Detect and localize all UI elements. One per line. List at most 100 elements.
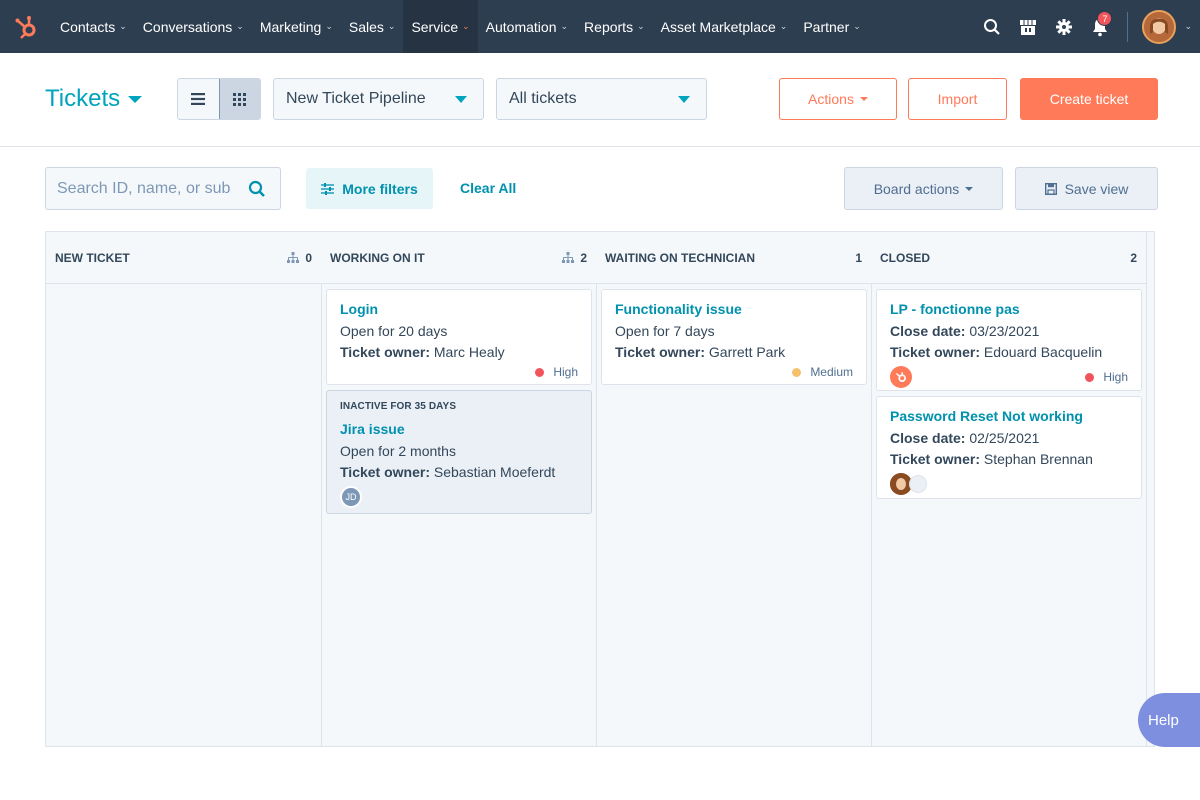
save-icon xyxy=(1044,182,1057,195)
chevron-down-icon: ⌄ xyxy=(779,21,788,31)
close-date-label: Close date: xyxy=(890,323,966,339)
chevron-down-icon: ⌄ xyxy=(119,21,127,31)
nav-label: Conversations xyxy=(142,18,233,35)
ticket-owner: Ticket owner: Sebastian Moeferdt xyxy=(340,462,578,483)
caret-down-icon xyxy=(859,97,868,101)
ticket-close-date: Close date: 03/23/2021 xyxy=(890,321,1128,342)
search-icon[interactable] xyxy=(977,0,1007,53)
nav-marketing[interactable]: Marketing ⌄ xyxy=(252,0,341,53)
ticket-owner-name: Edouard Bacquelin xyxy=(983,344,1103,360)
chevron-down-icon[interactable]: ⌄ xyxy=(1184,21,1192,32)
actions-button[interactable]: Actions xyxy=(779,78,897,120)
nav-label: Service xyxy=(411,18,459,35)
list-view-button[interactable] xyxy=(178,79,219,119)
hubspot-logo-icon[interactable] xyxy=(0,0,52,53)
board-column-waiting-on-technician: WAITING ON TECHNICIAN 1 Functionality is… xyxy=(596,232,872,746)
help-button[interactable]: Help xyxy=(1138,693,1200,747)
priority-label: Medium xyxy=(810,365,853,379)
search-input[interactable] xyxy=(46,179,236,198)
save-view-button[interactable]: Save view xyxy=(1015,167,1158,210)
secondary-avatar[interactable] xyxy=(909,475,927,493)
caret-down-icon xyxy=(128,95,143,103)
search-icon[interactable] xyxy=(248,180,266,203)
next-column-peek xyxy=(1148,232,1154,746)
ticket-age: Open for 20 days xyxy=(340,323,448,339)
hubspot-owner-avatar-icon[interactable] xyxy=(890,366,912,388)
nav-label: Partner xyxy=(803,18,850,35)
hierarchy-icon xyxy=(287,252,300,263)
column-title: CLOSED xyxy=(880,250,931,265)
clear-all-link[interactable]: Clear All xyxy=(460,180,516,196)
nav-label: Automation xyxy=(485,18,557,35)
nav-automation[interactable]: Automation ⌄ xyxy=(478,0,576,53)
owner-avatar[interactable]: JD xyxy=(340,486,362,508)
page-title[interactable]: Tickets xyxy=(45,85,143,113)
view-select[interactable]: All tickets xyxy=(496,78,707,120)
save-view-label: Save view xyxy=(1064,180,1129,197)
ticket-owner: Ticket owner: Garrett Park xyxy=(615,342,853,363)
card-footer xyxy=(890,473,1128,495)
user-avatar[interactable] xyxy=(1142,9,1177,44)
view-toggle xyxy=(177,78,261,120)
column-count-value: 0 xyxy=(305,250,312,265)
nav-sales[interactable]: Sales ⌄ xyxy=(341,0,404,53)
nav-asset-marketplace[interactable]: Asset Marketplace ⌄ xyxy=(653,0,796,53)
ticket-card-jira[interactable]: INACTIVE FOR 35 DAYS Jira issue Open for… xyxy=(326,390,592,514)
column-count: 2 xyxy=(562,251,587,265)
card-footer: JD xyxy=(340,486,578,508)
ticket-card-functionality-issue[interactable]: Functionality issue Open for 7 days Tick… xyxy=(601,289,867,385)
priority-dot-icon xyxy=(1085,372,1095,382)
board-actions-label: Board actions xyxy=(873,180,960,197)
ticket-title-link[interactable]: Password Reset Not working xyxy=(890,407,1128,425)
priority-indicator: High xyxy=(340,365,578,379)
priority-dot-icon xyxy=(535,367,545,377)
board-column-closed: CLOSED 2 LP - fonctionne pas Close date:… xyxy=(871,232,1147,746)
ticket-owner-label: Ticket owner: xyxy=(340,464,430,480)
more-filters-button[interactable]: More filters xyxy=(306,168,433,209)
view-select-value: All tickets xyxy=(509,90,577,107)
ticket-card-login[interactable]: Login Open for 20 days Ticket owner: Mar… xyxy=(326,289,592,385)
close-date-value: 02/25/2021 xyxy=(969,430,1040,446)
create-ticket-button[interactable]: Create ticket xyxy=(1020,78,1158,120)
chevron-down-icon: ⌄ xyxy=(387,21,396,31)
chevron-down-icon: ⌄ xyxy=(853,21,861,31)
ticket-owner: Ticket owner: Edouard Bacquelin xyxy=(890,342,1128,363)
create-ticket-button-label: Create ticket xyxy=(1049,91,1129,107)
ticket-card-lp-fonctionne-pas[interactable]: LP - fonctionne pas Close date: 03/23/20… xyxy=(876,289,1142,391)
actions-button-label: Actions xyxy=(808,91,854,107)
priority-label: High xyxy=(553,365,578,379)
board-actions-button[interactable]: Board actions xyxy=(844,167,1003,210)
nav-reports[interactable]: Reports ⌄ xyxy=(576,0,653,53)
nav-service[interactable]: Service ⌄ xyxy=(403,0,478,53)
board-view-button[interactable] xyxy=(218,79,260,119)
ticket-title-link[interactable]: Functionality issue xyxy=(615,300,853,318)
notification-count-badge: 7 xyxy=(1097,11,1113,26)
ticket-title-link[interactable]: Login xyxy=(340,300,578,318)
ticket-owner-label: Ticket owner: xyxy=(890,344,980,360)
ticket-title-link[interactable]: LP - fonctionne pas xyxy=(890,300,1128,318)
close-date-value: 03/23/2021 xyxy=(969,323,1040,339)
chevron-down-icon: ⌄ xyxy=(236,21,244,31)
ticket-title-link[interactable]: Jira issue xyxy=(340,420,578,438)
column-title: WORKING ON IT xyxy=(330,250,425,265)
nav-contacts[interactable]: Contacts ⌄ xyxy=(52,0,135,53)
notifications-bell-icon[interactable]: 7 xyxy=(1085,0,1115,53)
ticket-card-password-reset[interactable]: Password Reset Not working Close date: 0… xyxy=(876,396,1142,499)
caret-down-icon xyxy=(678,96,690,103)
ticket-owner-name: Garrett Park xyxy=(708,344,786,360)
column-count-value: 2 xyxy=(580,250,587,265)
marketplace-icon[interactable] xyxy=(1013,0,1043,53)
hierarchy-icon xyxy=(562,252,575,263)
caret-down-icon xyxy=(965,186,974,191)
import-button[interactable]: Import xyxy=(908,78,1007,120)
nav-conversations[interactable]: Conversations ⌄ xyxy=(135,0,252,53)
filter-sliders-icon xyxy=(321,182,335,195)
ticket-owner-label: Ticket owner: xyxy=(890,451,980,467)
settings-gear-icon[interactable] xyxy=(1049,0,1079,53)
column-count: 0 xyxy=(287,251,312,265)
column-header: CLOSED 2 xyxy=(871,232,1146,284)
pipeline-select[interactable]: New Ticket Pipeline xyxy=(273,78,484,120)
nav-partner[interactable]: Partner ⌄ xyxy=(795,0,868,53)
priority-indicator: High xyxy=(1085,370,1128,384)
column-header: WAITING ON TECHNICIAN 1 xyxy=(596,232,871,284)
